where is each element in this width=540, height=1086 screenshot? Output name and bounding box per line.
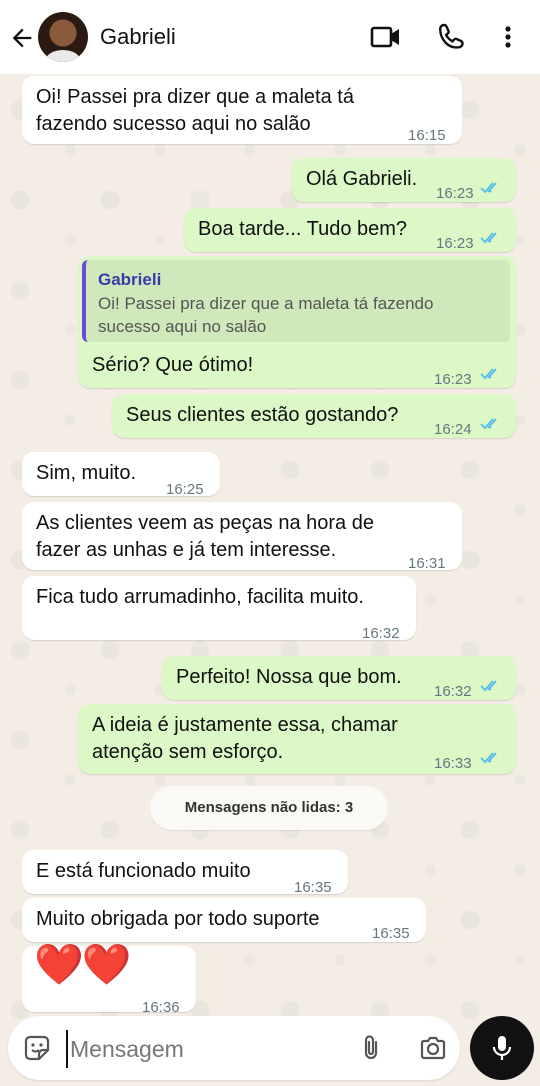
read-receipt-icon xyxy=(480,418,497,430)
message-text: Sim, muito. xyxy=(36,462,137,484)
message-time: 16:35 xyxy=(372,925,410,942)
message-time: 16:15 xyxy=(408,127,446,144)
message-text: Fica tudo arrumadinho, facilita muito. xyxy=(36,586,364,608)
message-input[interactable] xyxy=(66,1030,332,1068)
message-text: Sério? Que ótimo! xyxy=(92,354,254,376)
message-incoming-emoji[interactable]: ❤️❤️ 16:36 xyxy=(22,943,196,1016)
unread-messages-divider: Mensagens não lidas: 3 xyxy=(150,786,388,830)
quoted-message[interactable]: Gabrieli Oi! Passei pra dizer que a male… xyxy=(82,260,510,342)
message-composer xyxy=(8,1016,460,1080)
message-text: fazendo sucesso aqui no salão xyxy=(36,113,311,135)
quoted-sender: Gabrieli xyxy=(98,270,162,289)
read-receipt-icon xyxy=(480,232,497,244)
video-call-icon[interactable] xyxy=(370,22,402,52)
message-time: 16:32 xyxy=(362,625,400,642)
message-time: 16:31 xyxy=(408,555,446,572)
message-incoming[interactable]: Muito obrigada por todo suporte 16:35 xyxy=(22,898,426,942)
message-incoming[interactable]: Oi! Passei pra dizer que a maleta tá faze… xyxy=(22,76,462,144)
camera-icon[interactable] xyxy=(418,1033,448,1063)
message-time: 16:35 xyxy=(294,879,332,896)
read-receipt-icon xyxy=(480,752,497,764)
message-text: Boa tarde... Tudo bem? xyxy=(198,218,408,240)
message-text: fazer as unhas e já tem interesse. xyxy=(36,539,337,561)
message-incoming[interactable]: As clientes veem as peças na hora de faze… xyxy=(22,502,462,572)
attach-icon[interactable] xyxy=(356,1033,386,1063)
sticker-emoji-icon[interactable] xyxy=(22,1033,52,1063)
back-arrow-icon[interactable] xyxy=(8,24,36,52)
read-receipt-icon xyxy=(480,182,497,194)
chat-header: Gabrieli xyxy=(0,0,540,74)
message-incoming[interactable]: Sim, muito. 16:25 xyxy=(22,452,220,498)
message-text: Perfeito! Nossa que bom. xyxy=(176,666,402,688)
message-outgoing[interactable]: Perfeito! Nossa que bom. 16:32 xyxy=(162,656,516,700)
message-outgoing[interactable]: Olá Gabrieli. 16:23 xyxy=(292,158,516,202)
read-receipt-icon xyxy=(480,368,497,380)
message-time: 16:24 xyxy=(434,421,472,438)
message-outgoing[interactable]: Boa tarde... Tudo bem? 16:23 xyxy=(184,208,516,252)
contact-name[interactable]: Gabrieli xyxy=(100,24,176,50)
microphone-icon xyxy=(492,1036,512,1060)
message-incoming[interactable]: Fica tudo arrumadinho, facilita muito. 1… xyxy=(22,576,416,642)
message-time: 16:23 xyxy=(436,235,474,252)
message-time: 16:23 xyxy=(434,371,472,388)
more-options-icon[interactable] xyxy=(496,22,520,52)
message-text: E está funcionado muito xyxy=(36,860,251,882)
message-text: Oi! Passei pra dizer que a maleta tá xyxy=(36,86,354,108)
message-time: 16:32 xyxy=(434,683,472,700)
message-text: As clientes veem as peças na hora de xyxy=(36,512,374,534)
message-text: Seus clientes estão gostando? xyxy=(126,404,399,426)
avatar[interactable] xyxy=(38,12,88,62)
quoted-text: Oi! Passei pra dizer que a maleta tá faz… xyxy=(98,294,434,336)
phone-call-icon[interactable] xyxy=(436,22,468,52)
heart-emoji-text: ❤️❤️ xyxy=(34,943,132,987)
message-text: Muito obrigada por todo suporte xyxy=(36,908,320,930)
message-time: 16:25 xyxy=(166,481,204,498)
message-text: Olá Gabrieli. xyxy=(306,168,418,190)
message-time: 16:23 xyxy=(436,185,474,202)
read-receipt-icon xyxy=(480,680,497,692)
message-outgoing[interactable]: A ideia é justamente essa, chamar atenção… xyxy=(78,704,516,774)
message-outgoing-reply[interactable]: Gabrieli Oi! Passei pra dizer que a male… xyxy=(78,256,516,388)
message-outgoing[interactable]: Seus clientes estão gostando? 16:24 xyxy=(112,394,516,438)
message-text: A ideia é justamente essa, chamar xyxy=(92,714,398,736)
voice-record-button[interactable] xyxy=(470,1016,534,1080)
message-text: atenção sem esforço. xyxy=(92,741,284,763)
message-time: 16:33 xyxy=(434,755,472,772)
message-incoming[interactable]: E está funcionado muito 16:35 xyxy=(22,850,348,896)
